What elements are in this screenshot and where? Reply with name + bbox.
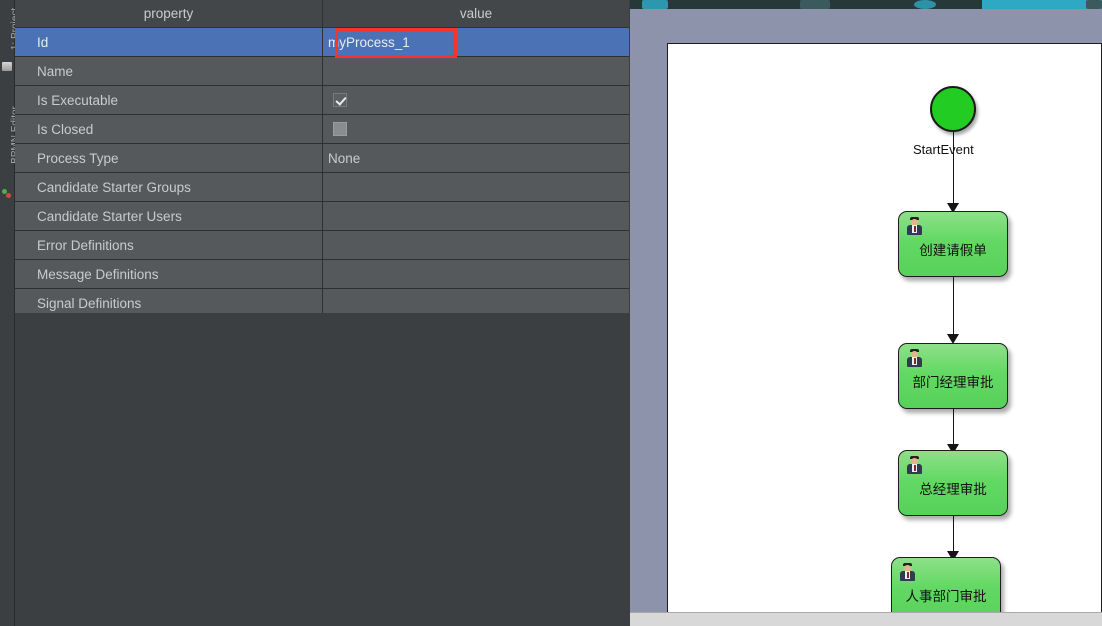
property-name-candidate-starter-users: Candidate Starter Users: [15, 202, 323, 230]
task-4-label: 人事部门审批: [905, 589, 987, 605]
application-window: 1: Project BPMN Editor property value Id…: [0, 0, 1102, 626]
toolbar-button-4[interactable]: [1086, 0, 1102, 9]
table-row-message-definitions[interactable]: Message Definitions: [15, 260, 629, 289]
user-task-icon: [906, 349, 923, 367]
sequence-flow-1: [952, 132, 954, 208]
user-task-icon: [906, 456, 923, 474]
properties-table: property value Id myProcess_1 Name Is Ex…: [15, 0, 629, 318]
property-name-is-executable: Is Executable: [15, 86, 323, 114]
table-row-id[interactable]: Id myProcess_1: [15, 28, 629, 57]
task-2-label: 部门经理审批: [912, 375, 994, 391]
sequence-flow-3: [952, 409, 954, 449]
property-value-process-type[interactable]: None: [323, 144, 629, 172]
bpmn-diagram-editor: StartEvent 创建请假单 部门经理审批 总经理审批 人事部门审批: [630, 0, 1102, 626]
table-row-is-executable[interactable]: Is Executable: [15, 86, 629, 115]
diagram-node-task-2[interactable]: 部门经理审批: [898, 343, 1008, 409]
toolbar-button-3[interactable]: [914, 0, 936, 9]
property-value-is-executable[interactable]: [323, 86, 629, 114]
start-event-label: StartEvent: [913, 142, 974, 157]
properties-empty-area: [15, 313, 629, 626]
checkbox-is-executable[interactable]: [333, 93, 347, 107]
diagram-node-start-event[interactable]: [930, 86, 976, 132]
column-header-value[interactable]: value: [323, 0, 629, 27]
table-row-name[interactable]: Name: [15, 57, 629, 86]
property-name-is-closed: Is Closed: [15, 115, 323, 143]
toolbar-button-1[interactable]: [642, 0, 668, 9]
property-value-message-definitions[interactable]: [323, 260, 629, 288]
column-header-property[interactable]: property: [15, 0, 323, 27]
task-3-label: 总经理审批: [919, 482, 987, 498]
property-name-name: Name: [15, 57, 323, 85]
property-name-id: Id: [15, 28, 323, 56]
task-1-label: 创建请假单: [919, 243, 987, 259]
diagram-node-task-1[interactable]: 创建请假单: [898, 211, 1008, 277]
property-value-name[interactable]: [323, 57, 629, 85]
table-row-is-closed[interactable]: Is Closed: [15, 115, 629, 144]
user-task-icon: [906, 217, 923, 235]
property-name-error-definitions: Error Definitions: [15, 231, 323, 259]
property-value-id[interactable]: myProcess_1: [323, 28, 629, 56]
toolbar-active-tab[interactable]: [982, 0, 1102, 9]
table-row-process-type[interactable]: Process Type None: [15, 144, 629, 173]
editor-bottom-strip: [630, 612, 1102, 626]
diagram-node-task-3[interactable]: 总经理审批: [898, 450, 1008, 516]
property-value-error-definitions[interactable]: [323, 231, 629, 259]
sequence-flow-4: [952, 516, 954, 556]
left-tool-strip: 1: Project BPMN Editor: [0, 0, 21, 626]
table-row-error-definitions[interactable]: Error Definitions: [15, 231, 629, 260]
table-row-candidate-starter-users[interactable]: Candidate Starter Users: [15, 202, 629, 231]
table-header-row: property value: [15, 0, 629, 28]
property-value-is-closed[interactable]: [323, 115, 629, 143]
diagram-canvas[interactable]: StartEvent 创建请假单 部门经理审批 总经理审批 人事部门审批: [667, 43, 1102, 623]
sequence-flow-2: [952, 277, 954, 339]
checkbox-is-closed[interactable]: [333, 122, 347, 136]
property-value-candidate-starter-users[interactable]: [323, 202, 629, 230]
property-name-message-definitions: Message Definitions: [15, 260, 323, 288]
toolbar-button-2[interactable]: [800, 0, 830, 9]
properties-panel: property value Id myProcess_1 Name Is Ex…: [15, 0, 630, 626]
user-task-icon: [899, 563, 916, 581]
property-name-process-type: Process Type: [15, 144, 323, 172]
bpmn-icon: [2, 188, 13, 199]
property-name-candidate-starter-groups: Candidate Starter Groups: [15, 173, 323, 201]
property-value-candidate-starter-groups[interactable]: [323, 173, 629, 201]
table-row-candidate-starter-groups[interactable]: Candidate Starter Groups: [15, 173, 629, 202]
editor-toolbar: [630, 0, 1102, 9]
project-icon: [2, 62, 12, 71]
